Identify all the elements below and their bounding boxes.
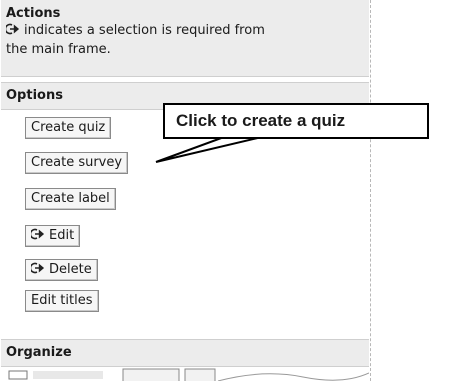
callout-annotation: Click to create a quiz	[163, 103, 429, 139]
callout-pointer	[155, 135, 263, 163]
